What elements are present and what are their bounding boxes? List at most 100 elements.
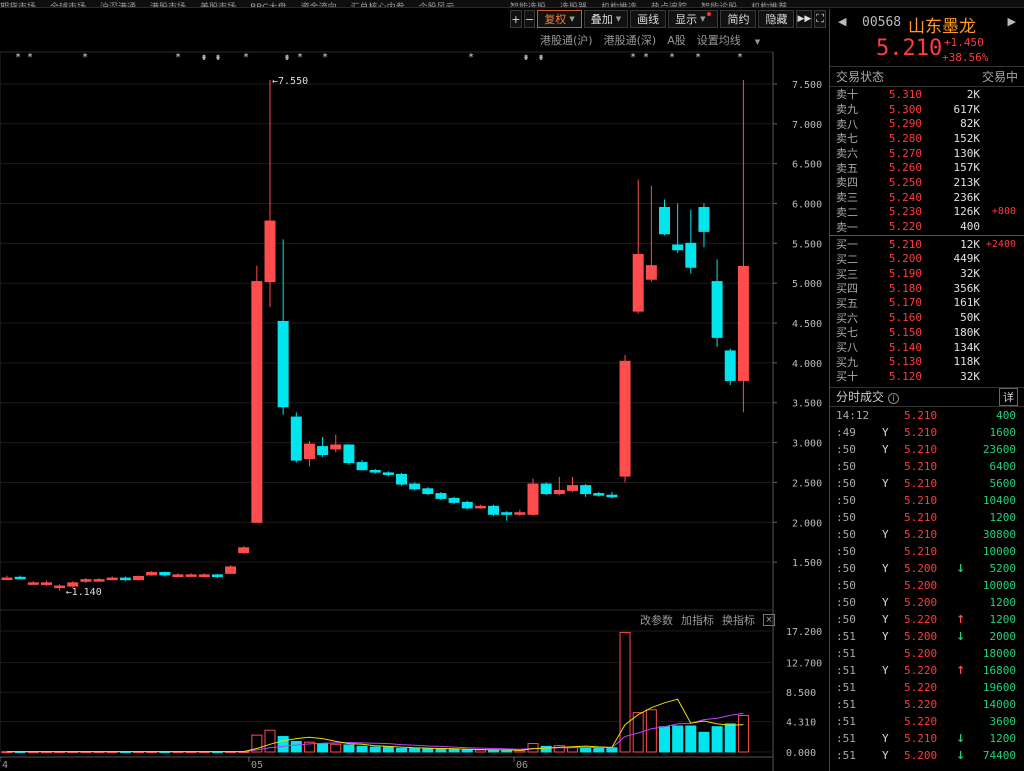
arrow-down-icon: ↓ <box>956 629 966 643</box>
trade-time: :51 <box>836 697 856 711</box>
candle-up <box>146 571 158 576</box>
volume-tick-label: 0.000 <box>786 748 816 759</box>
ask-volume: 400 <box>960 220 980 234</box>
trade-price: 5.200 <box>904 561 938 575</box>
event-marker-icon: ⇟ <box>538 52 544 63</box>
bid-level-label: 买九 <box>836 355 858 369</box>
candle-up <box>330 444 342 450</box>
trade-price: 5.210 <box>904 442 938 456</box>
close-icon[interactable]: × <box>763 614 775 626</box>
trade-price: 5.210 <box>904 459 938 473</box>
detail-button[interactable]: 详 <box>999 387 1018 406</box>
ask-row[interactable]: 卖六 5.270 130K <box>830 146 1024 161</box>
bid-volume: 161K <box>953 296 981 310</box>
ask-price: 5.240 <box>888 190 922 204</box>
ask-row[interactable]: 卖二 5.230 126K +800 <box>830 205 1024 220</box>
bid-row[interactable]: 买四 5.180 356K <box>830 281 1024 296</box>
ask-price: 5.220 <box>888 220 922 234</box>
price-tick-label: 2.000 <box>792 518 822 529</box>
trade-row: :51 5.220 3600 <box>830 713 1024 730</box>
bid-level-label: 买一 <box>836 238 858 252</box>
low-annotation: ←1.140 <box>66 587 102 598</box>
trade-price: 5.220 <box>904 663 938 677</box>
trade-time: :51 <box>836 714 856 728</box>
price-tick-label: 3.000 <box>792 439 822 450</box>
ask-row[interactable]: 卖七 5.280 152K <box>830 131 1024 146</box>
trade-time: :50 <box>836 544 856 558</box>
ask-row[interactable]: 卖五 5.260 157K <box>830 160 1024 175</box>
next-stock-icon[interactable]: ▶ <box>1008 15 1016 28</box>
price-tick-label: 7.000 <box>792 120 822 131</box>
ask-row[interactable]: 卖八 5.290 82K <box>830 116 1024 131</box>
stock-name: 山东墨龙 <box>908 17 976 37</box>
change-params-button[interactable]: 改参数 <box>640 612 673 628</box>
bid-price: 5.200 <box>888 252 922 266</box>
switch-indicator-button[interactable]: 换指标 <box>722 612 755 628</box>
candle-up <box>632 254 644 312</box>
volume-bar-down <box>672 725 684 753</box>
candle-up <box>54 585 66 589</box>
trade-status-label: 交易状态 <box>836 70 885 84</box>
trade-volume: 1200 <box>989 612 1017 626</box>
info-icon[interactable]: i <box>888 393 900 405</box>
trade-price: 5.200 <box>904 646 938 660</box>
candle-up <box>645 265 657 280</box>
trades-title: 分时成交 <box>836 390 885 405</box>
volume-bar-down <box>448 748 460 753</box>
bid-row[interactable]: 买二 5.200 449K <box>830 252 1024 267</box>
trade-flag: Y <box>882 595 889 609</box>
ask-price: 5.310 <box>888 87 922 101</box>
trade-price: 5.210 <box>904 544 938 558</box>
bid-row[interactable]: 买八 5.140 134K <box>830 340 1024 355</box>
bid-row[interactable]: 买九 5.130 118K <box>830 354 1024 369</box>
bid-price: 5.130 <box>888 355 922 369</box>
trade-volume: 1600 <box>989 425 1017 439</box>
trade-volume: 5200 <box>989 561 1017 575</box>
add-indicator-button[interactable]: 加指标 <box>681 612 714 628</box>
bid-price: 5.190 <box>888 267 922 281</box>
ask-book: 卖十 5.310 2K 卖九 5.300 617K 卖八 5.290 82K 卖七 5.280 152… <box>830 87 1024 234</box>
candlestick-chart[interactable]: 7.500 7.000 6.500 6.000 5.500 5.000 4.500 4.000… <box>0 0 828 771</box>
candle-up <box>619 360 631 477</box>
ask-row[interactable]: 卖十 5.310 2K <box>830 87 1024 102</box>
volume-bar-up <box>514 750 526 753</box>
candle-down <box>685 242 697 268</box>
trade-flag: Y <box>882 748 889 762</box>
volume-bar-down <box>724 723 736 753</box>
volume-tick-label: 8.500 <box>786 688 816 699</box>
volume-bar-down <box>606 747 618 753</box>
bid-row[interactable]: 买十 5.120 32K <box>830 369 1024 384</box>
prev-stock-icon[interactable]: ◀ <box>838 15 846 28</box>
ask-volume-change: +800 <box>991 206 1016 218</box>
trade-row: :50 Y 5.210 5600 <box>830 475 1024 492</box>
candle-up <box>1 577 13 581</box>
ask-row[interactable]: 卖四 5.250 213K <box>830 175 1024 190</box>
event-marker-icon: * <box>695 52 701 63</box>
candle-down <box>659 206 670 235</box>
bid-level-label: 买五 <box>836 296 858 310</box>
trade-price: 5.200 <box>904 748 938 762</box>
bid-row[interactable]: 买六 5.160 50K <box>830 310 1024 325</box>
ask-level-label: 卖一 <box>836 220 858 234</box>
volume-bar-down <box>435 748 447 753</box>
bid-row[interactable]: 买一 5.210 12K +2400 <box>830 237 1024 252</box>
ask-row[interactable]: 卖一 5.220 400 <box>830 219 1024 234</box>
ask-volume: 236K <box>953 190 981 204</box>
event-marker-icon: ⇟ <box>284 52 290 63</box>
bid-level-label: 买二 <box>836 252 858 266</box>
bid-row[interactable]: 买五 5.170 161K <box>830 296 1024 311</box>
bid-row[interactable]: 买七 5.150 180K <box>830 325 1024 340</box>
volume-tick-label: 4.310 <box>786 718 816 729</box>
x-tick-label: 4 <box>2 760 8 771</box>
candle-down <box>211 574 223 577</box>
event-marker-icon: * <box>322 52 328 63</box>
candle-up <box>106 577 118 581</box>
trade-flag: Y <box>882 663 889 677</box>
trade-price: 5.200 <box>904 595 938 609</box>
ask-price: 5.290 <box>888 117 922 131</box>
bid-row[interactable]: 买三 5.190 32K <box>830 266 1024 281</box>
ask-row[interactable]: 卖三 5.240 236K <box>830 190 1024 205</box>
trade-row: :51 5.220 19600 <box>830 679 1024 696</box>
volume-bar-up <box>737 714 749 753</box>
ask-row[interactable]: 卖九 5.300 617K <box>830 102 1024 117</box>
